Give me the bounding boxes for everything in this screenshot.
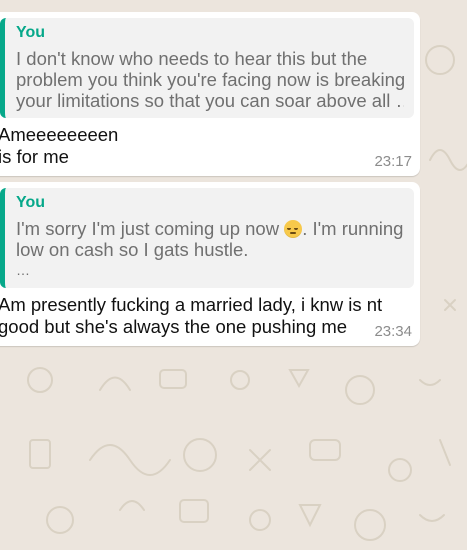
message-line: good but she's always the one pushing me (0, 316, 348, 337)
quote-line: I'm sorry I'm just coming up now . I'm r… (16, 218, 404, 239)
message-text: Am presently fucking a married lady, i k… (0, 294, 382, 338)
quote-text: I'm sorry I'm just coming up now . I'm r… (16, 218, 404, 281)
quote-text: I don't know who needs to hear this but … (16, 48, 404, 111)
message-bubble[interactable]: You I don't know who needs to hear this … (0, 12, 420, 176)
message-line: is for me (0, 146, 69, 167)
message-timestamp: 23:17 (374, 153, 412, 170)
quoted-message[interactable]: You I'm sorry I'm just coming up now . I… (0, 188, 414, 288)
quote-line: problem you think you're facing now is b… (16, 69, 404, 90)
quote-author: You (16, 24, 46, 41)
message-line: Ameeeeeeeen (0, 124, 119, 145)
quote-line-part: I'm sorry I'm just coming up now (16, 218, 280, 239)
message-line: Am presently fucking a married lady, i k… (0, 294, 383, 315)
quote-author: You (16, 194, 46, 211)
message-bubble[interactable]: You I'm sorry I'm just coming up now . I… (0, 182, 420, 346)
quoted-message[interactable]: You I don't know who needs to hear this … (0, 18, 414, 118)
message-text: Ameeeeeeeen is for me (0, 124, 118, 168)
quote-line: low on cash so I gats hustle. (16, 239, 249, 260)
quote-line-part: . I'm running (302, 218, 404, 239)
quote-line: I don't know who needs to hear this but … (16, 48, 368, 69)
quote-line: your limitations so that you can soar ab… (16, 90, 404, 111)
quote-line: … (16, 262, 30, 278)
message-timestamp: 23:34 (374, 323, 412, 340)
pensive-face-emoji-icon (284, 220, 303, 238)
